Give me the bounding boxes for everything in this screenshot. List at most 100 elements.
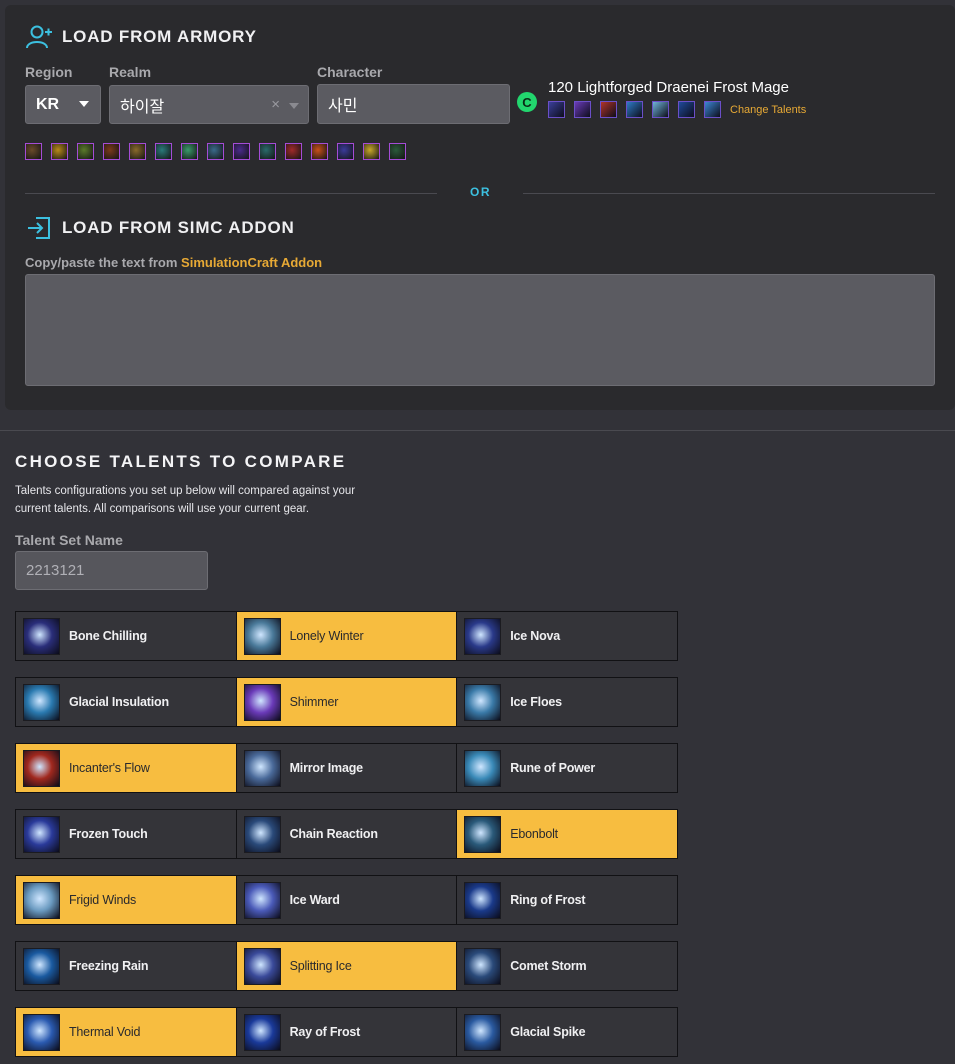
talent-name: Thermal Void	[69, 1025, 141, 1039]
talent-option[interactable]: Frigid Winds	[15, 875, 237, 925]
character-label: Character	[317, 64, 383, 80]
gear-item-icon[interactable]	[337, 143, 354, 160]
current-talent-icon	[704, 101, 721, 118]
gear-item-icon[interactable]	[311, 143, 328, 160]
gear-item-icon[interactable]	[285, 143, 302, 160]
gear-item-icon[interactable]	[77, 143, 94, 160]
talent-option[interactable]: Rune of Power	[456, 743, 678, 793]
talent-row: Incanter's Flow Mirror Image Rune of Power	[15, 743, 680, 793]
chevron-down-icon[interactable]	[289, 103, 299, 109]
gear-item-icon[interactable]	[103, 143, 120, 160]
armory-title-text: LOAD FROM ARMORY	[62, 27, 257, 46]
talent-icon	[23, 617, 60, 655]
talent-option[interactable]: Splitting Ice	[235, 941, 458, 991]
talent-option[interactable]: Ice Ward	[235, 875, 458, 925]
talent-option[interactable]: Ebonbolt	[456, 809, 678, 859]
addon-textarea[interactable]	[25, 274, 935, 386]
gear-item-icon[interactable]	[363, 143, 380, 160]
talent-option[interactable]: Ice Nova	[456, 611, 678, 661]
talent-name: Comet Storm	[510, 959, 587, 973]
change-talents-link[interactable]: Change Talents	[730, 104, 806, 116]
talent-row: Thermal Void Ray of Frost Glacial Spike	[15, 1007, 680, 1057]
talent-option[interactable]: Freezing Rain	[15, 941, 237, 991]
talent-option[interactable]: Incanter's Flow	[15, 743, 237, 793]
addon-section-title: LOAD FROM SIMC ADDON	[25, 214, 295, 242]
talent-name: Chain Reaction	[289, 827, 378, 841]
region-label: Region	[25, 64, 73, 80]
current-talent-icon	[574, 101, 591, 118]
gear-item-icon[interactable]	[259, 143, 276, 160]
gear-icons	[25, 143, 415, 160]
talent-option[interactable]: Ring of Frost	[456, 875, 678, 925]
talent-icon	[464, 881, 502, 919]
talent-name: Frozen Touch	[69, 827, 148, 841]
gear-item-icon[interactable]	[207, 143, 224, 160]
compare-title: CHOOSE TALENTS TO COMPARE	[15, 452, 347, 471]
region-select[interactable]: KR	[25, 85, 101, 124]
current-talent-icon	[548, 101, 565, 118]
talent-icon	[243, 947, 281, 985]
talent-icon	[23, 749, 60, 787]
talent-name: Ice Floes	[510, 695, 562, 709]
talent-name: Mirror Image	[289, 761, 364, 775]
current-talent-icon	[678, 101, 695, 118]
set-name-input[interactable]: 2213121	[15, 551, 208, 590]
gear-item-icon[interactable]	[155, 143, 172, 160]
talent-icon	[464, 815, 502, 853]
talent-name: Ice Nova	[510, 629, 561, 643]
talent-name: Rune of Power	[510, 761, 596, 775]
gear-item-icon[interactable]	[129, 143, 146, 160]
talent-row: Glacial Insulation Shimmer Ice Floes	[15, 677, 680, 727]
divider-left	[25, 193, 437, 194]
character-value: 사민	[328, 98, 358, 115]
chevron-down-icon	[79, 101, 89, 107]
gear-item-icon[interactable]	[51, 143, 68, 160]
talent-option[interactable]: Chain Reaction	[235, 809, 458, 859]
talent-option[interactable]: Glacial Spike	[456, 1007, 678, 1057]
talent-option[interactable]: Thermal Void	[15, 1007, 237, 1057]
or-separator: OR	[470, 185, 491, 199]
current-talent-icon	[652, 101, 669, 118]
talent-icon	[243, 1013, 281, 1051]
talent-option[interactable]: Bone Chilling	[15, 611, 237, 661]
talent-name: Splitting Ice	[289, 959, 352, 973]
realm-select[interactable]: 하이잘 ×	[109, 85, 309, 124]
talent-name: Lonely Winter	[289, 629, 364, 643]
talent-icon	[243, 881, 281, 919]
talent-option[interactable]: Glacial Insulation	[15, 677, 237, 727]
talent-option[interactable]: Ice Floes	[456, 677, 678, 727]
addon-title-text: LOAD FROM SIMC ADDON	[62, 218, 295, 237]
talent-name: Frigid Winds	[69, 893, 137, 907]
talent-icon	[23, 815, 60, 853]
talent-option[interactable]: Ray of Frost	[235, 1007, 458, 1057]
gear-item-icon[interactable]	[181, 143, 198, 160]
compare-description: Talents configurations you set up below …	[15, 485, 356, 515]
gear-item-icon[interactable]	[389, 143, 406, 160]
set-name-label: Talent Set Name	[15, 532, 123, 548]
talent-name: Ray of Frost	[289, 1025, 361, 1039]
current-talent-icon	[600, 101, 617, 118]
simc-addon-link[interactable]: SimulationCraft Addon	[181, 255, 322, 270]
talent-icon	[464, 1013, 502, 1051]
clear-icon[interactable]: ×	[271, 96, 280, 113]
gear-item-icon[interactable]	[25, 143, 42, 160]
talent-option[interactable]: Shimmer	[235, 677, 458, 727]
gear-item-icon[interactable]	[233, 143, 250, 160]
talent-icon	[464, 617, 502, 655]
realm-value: 하이잘	[120, 98, 165, 116]
talent-option[interactable]: Frozen Touch	[15, 809, 237, 859]
talent-name: Glacial Insulation	[69, 695, 169, 709]
talent-icon	[243, 683, 281, 721]
talent-option[interactable]: Mirror Image	[235, 743, 458, 793]
talent-icon	[23, 1013, 60, 1051]
talent-row: Frozen Touch Chain Reaction Ebonbolt	[15, 809, 680, 859]
load-panel: LOAD FROM ARMORY Region Realm Character …	[5, 5, 955, 410]
talent-icon	[464, 947, 502, 985]
character-summary: 120 Lightforged Draenei Frost Mage	[548, 79, 789, 96]
region-value: KR	[36, 95, 60, 113]
talent-option[interactable]: Lonely Winter	[235, 611, 458, 661]
talent-option[interactable]: Comet Storm	[456, 941, 678, 991]
armory-section-title: LOAD FROM ARMORY	[25, 23, 257, 51]
talent-icon	[23, 947, 60, 985]
character-input[interactable]: 사민	[317, 84, 510, 124]
